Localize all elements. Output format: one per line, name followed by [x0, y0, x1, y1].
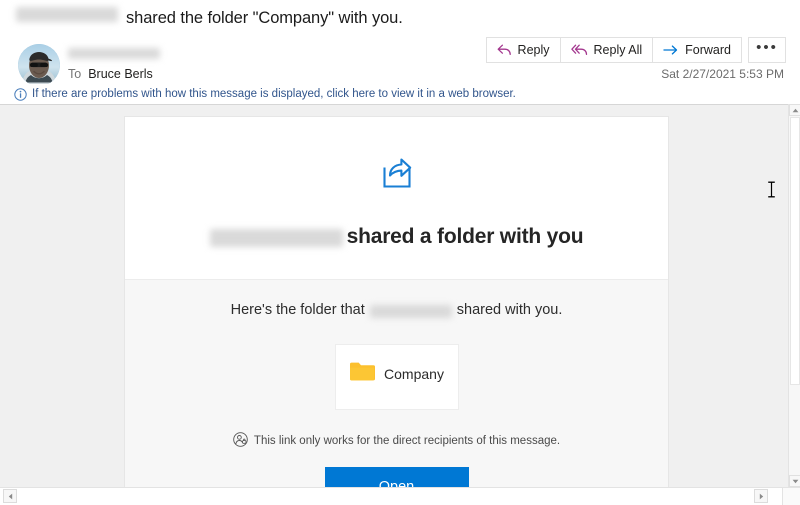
scroll-down-arrow-icon[interactable] [789, 475, 800, 487]
card-headline-text: shared a folder with you [346, 225, 584, 248]
folder-name: Company [384, 366, 444, 382]
scroll-up-arrow-icon[interactable] [789, 104, 800, 116]
message-header: shared the folder "Company" with you. To… [0, 0, 800, 104]
scroll-left-arrow-icon[interactable] [3, 489, 17, 503]
card-headline: shared a folder with you [125, 225, 668, 249]
share-arrow-out-of-box-icon [125, 154, 668, 199]
shared-folder-item[interactable]: Company [334, 344, 459, 410]
reply-button[interactable]: Reply [485, 37, 561, 63]
to-label: To [68, 67, 82, 81]
info-circle-icon [14, 87, 27, 101]
card-body-section: Here's the folder that shared with you. … [125, 279, 668, 487]
redacted-sender-name [68, 48, 160, 59]
recipients-notice: This link only works for the direct reci… [125, 432, 668, 450]
person-lock-circle-icon [233, 432, 248, 450]
recipients-notice-text: This link only works for the direct reci… [253, 435, 561, 447]
reply-arrow-icon [497, 44, 512, 57]
ellipsis-icon: ••• [756, 39, 778, 56]
scroll-right-arrow-icon[interactable] [754, 489, 768, 503]
reply-label: Reply [517, 43, 550, 57]
avatar[interactable] [18, 44, 60, 86]
redacted-sender-name-subject [16, 7, 118, 22]
web-browser-notice-bar[interactable]: If there are problems with how this mess… [0, 84, 800, 104]
text-ibeam-cursor [766, 180, 777, 199]
reply-all-label: Reply All [593, 43, 643, 57]
card-subline-prefix: Here's the folder that [230, 302, 365, 318]
forward-label: Forward [685, 43, 731, 57]
message-actions-toolbar: Reply Reply All Forward ••• [485, 37, 786, 63]
message-body-pane: shared a folder with you Here's the fold… [0, 104, 788, 487]
sender-name [68, 48, 160, 59]
vertical-scrollbar-thumb[interactable] [790, 117, 800, 385]
redacted-sharer-name-headline [209, 229, 343, 247]
reply-all-button[interactable]: Reply All [559, 37, 654, 63]
email-reading-pane-window: shared the folder "Company" with you. To… [0, 0, 800, 505]
horizontal-scrollbar[interactable] [0, 487, 800, 505]
shared-folder-card: shared a folder with you Here's the fold… [124, 116, 669, 487]
reply-all-arrow-icon [570, 44, 588, 57]
vertical-scrollbar[interactable] [788, 104, 800, 487]
open-button[interactable]: Open [324, 467, 469, 487]
subject-line: shared the folder "Company" with you. [16, 7, 403, 34]
forward-arrow-icon [663, 44, 679, 56]
message-timestamp: Sat 2/27/2021 5:53 PM [661, 67, 784, 81]
scrollbar-corner [782, 487, 800, 505]
web-browser-notice-text: If there are problems with how this mess… [32, 88, 516, 100]
redacted-sharer-name-subline [369, 304, 452, 318]
subject-text: shared the folder "Company" with you. [126, 9, 403, 27]
recipient-line: To Bruce Berls [68, 67, 153, 81]
forward-button[interactable]: Forward [652, 37, 742, 63]
folder-icon [349, 361, 376, 387]
card-header-section: shared a folder with you [125, 117, 668, 279]
card-subline-suffix: shared with you. [456, 302, 563, 318]
to-recipient-name[interactable]: Bruce Berls [88, 67, 153, 81]
card-subline: Here's the folder that shared with you. [125, 302, 668, 318]
more-actions-button[interactable]: ••• [748, 37, 786, 63]
